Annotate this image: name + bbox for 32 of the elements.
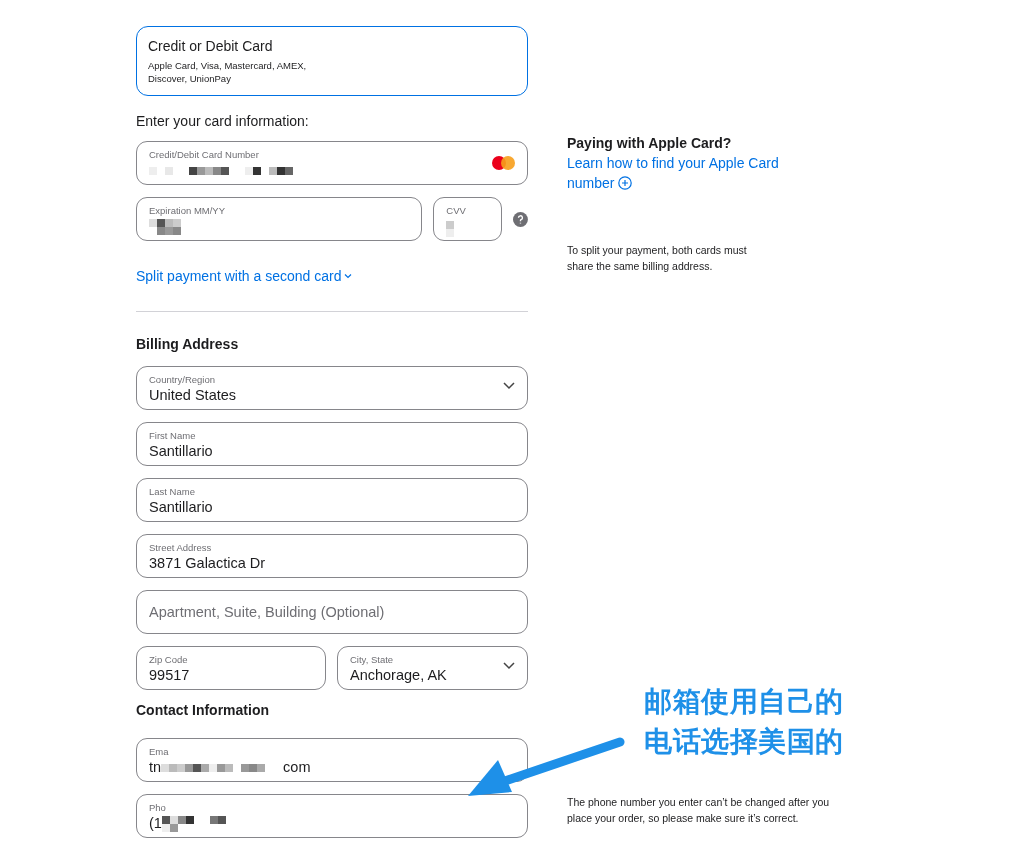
card-brand-icon — [492, 156, 515, 170]
option-title: Credit or Debit Card — [148, 38, 274, 54]
apple-card-heading: Paying with Apple Card? — [567, 134, 733, 153]
email-field[interactable]: Ema tn com — [136, 738, 528, 782]
card-number-field[interactable]: Credit/Debit Card Number — [136, 141, 528, 185]
annotation-text: 邮箱使用自己的 — [644, 685, 844, 719]
expiration-field[interactable]: Expiration MM/YY — [136, 197, 423, 241]
payment-option-card[interactable]: Credit or Debit Card Apple Card, Visa, Mastercard, AMEX, Discover, UnionPay — [136, 26, 528, 96]
chevron-down-icon — [503, 662, 515, 670]
plus-circle-icon — [618, 176, 633, 190]
city-select[interactable]: City, State Anchorage, AK — [337, 646, 528, 690]
input-field[interactable]: Last Name Santillario — [136, 478, 528, 522]
help-icon[interactable] — [513, 211, 528, 227]
input-field[interactable]: Apartment, Suite, Building (Optional) — [136, 590, 528, 634]
pixelated-text — [446, 221, 455, 237]
option-subtitle: Apple Card, Visa, Mastercard, AMEX, Discover, UnionPay — [148, 59, 308, 85]
split-note: To split your payment, both cards must share the same billing address. — [567, 243, 748, 274]
contact-heading: Contact Information — [136, 702, 270, 718]
billing-heading: Billing Address — [136, 336, 240, 352]
apple-card-link[interactable]: Learn how to find your Apple Card number — [567, 153, 797, 193]
input-field[interactable]: First Name Santillario — [136, 422, 528, 466]
chevron-down-icon — [503, 382, 515, 390]
phone-note: The phone number you enter can’t be changed after you place your order, so please make sure it’s correct. — [567, 795, 831, 826]
zip-field[interactable]: Zip Code 99517 — [136, 646, 326, 690]
chevron-down-icon — [344, 273, 353, 279]
cvv-field[interactable]: CVV — [433, 197, 503, 241]
card-prompt: Enter your card information: — [136, 113, 310, 129]
split-payment-link[interactable]: Split payment with a second card — [136, 268, 353, 284]
country-select[interactable]: Country/Region United States — [136, 366, 528, 410]
annotation-text: 电话选择美国的 — [644, 725, 844, 759]
phone-field[interactable]: Pho (1 — [136, 794, 528, 838]
input-field[interactable]: Street Address 3871 Galactica Dr — [136, 534, 528, 578]
